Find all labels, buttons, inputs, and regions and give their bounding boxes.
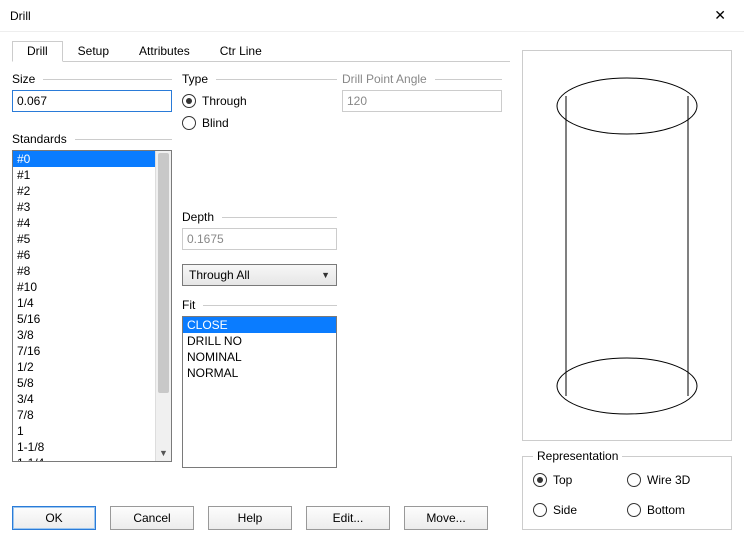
right-pane: Representation Top Wire 3D Side Bottom: [522, 40, 732, 530]
representation-group: Representation Top Wire 3D Side Bottom: [522, 449, 732, 530]
tab-ctrline[interactable]: Ctr Line: [205, 41, 277, 62]
drill-point-angle-label: Drill Point Angle: [342, 72, 502, 86]
scrollbar[interactable]: ▲ ▼: [155, 151, 171, 461]
window-title: Drill: [10, 9, 706, 23]
list-item[interactable]: 1-1/8: [13, 439, 155, 455]
rep-bottom[interactable]: Bottom: [627, 499, 721, 521]
list-item[interactable]: 7/8: [13, 407, 155, 423]
tab-body: Size Type Through Blind Drill Point A: [12, 62, 510, 530]
tab-attributes[interactable]: Attributes: [124, 41, 205, 62]
edit-button[interactable]: Edit...: [306, 506, 390, 530]
list-item[interactable]: #4: [13, 215, 155, 231]
type-label: Type: [182, 72, 337, 86]
radio-icon: [182, 94, 196, 108]
ok-button[interactable]: OK: [12, 506, 96, 530]
list-item[interactable]: 1: [13, 423, 155, 439]
tab-bar: Drill Setup Attributes Ctr Line: [12, 40, 510, 62]
fit-label: Fit: [182, 298, 337, 312]
rep-side[interactable]: Side: [533, 499, 627, 521]
drill-point-angle-input: [342, 90, 502, 112]
size-group: Size: [12, 72, 172, 112]
depth-input: [182, 228, 337, 250]
radio-icon: [627, 503, 641, 517]
standards-group: Standards #0#1#2#3#4#5#6#8#101/45/163/87…: [12, 132, 172, 486]
list-item[interactable]: #0: [13, 151, 155, 167]
depth-mode-combo[interactable]: Through All ▼: [182, 264, 337, 286]
dialog-buttons: OK Cancel Help Edit... Move...: [12, 506, 488, 530]
list-item[interactable]: 7/16: [13, 343, 155, 359]
rep-wire3d[interactable]: Wire 3D: [627, 469, 721, 491]
titlebar: Drill ✕: [0, 0, 744, 32]
content: Drill Setup Attributes Ctr Line Size Typ…: [12, 40, 732, 530]
left-pane: Drill Setup Attributes Ctr Line Size Typ…: [12, 40, 510, 530]
tab-setup[interactable]: Setup: [63, 41, 124, 62]
list-item[interactable]: #1: [13, 167, 155, 183]
radio-icon: [182, 116, 196, 130]
radio-icon: [533, 473, 547, 487]
list-item[interactable]: 5/16: [13, 311, 155, 327]
move-button[interactable]: Move...: [404, 506, 488, 530]
list-item[interactable]: DRILL NO: [183, 333, 336, 349]
radio-icon: [627, 473, 641, 487]
list-item[interactable]: #6: [13, 247, 155, 263]
type-group: Type Through Blind: [182, 72, 337, 134]
list-item[interactable]: #5: [13, 231, 155, 247]
list-item[interactable]: 1/4: [13, 295, 155, 311]
list-item[interactable]: CLOSE: [183, 317, 336, 333]
list-item[interactable]: 3/8: [13, 327, 155, 343]
list-item[interactable]: NORMAL: [183, 365, 336, 381]
radio-icon: [533, 503, 547, 517]
rep-top[interactable]: Top: [533, 469, 627, 491]
depth-group: Depth Through All ▼: [182, 210, 337, 286]
depth-label: Depth: [182, 210, 337, 224]
list-item[interactable]: #10: [13, 279, 155, 295]
list-item[interactable]: 5/8: [13, 375, 155, 391]
scroll-down-icon[interactable]: ▼: [156, 445, 171, 461]
list-item[interactable]: 1-1/4: [13, 455, 155, 461]
help-button[interactable]: Help: [208, 506, 292, 530]
cancel-button[interactable]: Cancel: [110, 506, 194, 530]
cylinder-preview-icon: [542, 66, 712, 426]
tab-drill[interactable]: Drill: [12, 41, 63, 62]
type-through[interactable]: Through: [182, 90, 337, 112]
close-icon[interactable]: ✕: [706, 3, 734, 28]
representation-label: Representation: [533, 449, 622, 463]
size-label: Size: [12, 72, 172, 86]
standards-list[interactable]: #0#1#2#3#4#5#6#8#101/45/163/87/161/25/83…: [12, 150, 172, 462]
size-input[interactable]: [12, 90, 172, 112]
list-item[interactable]: 3/4: [13, 391, 155, 407]
list-item[interactable]: NOMINAL: [183, 349, 336, 365]
list-item[interactable]: #2: [13, 183, 155, 199]
list-item[interactable]: 1/2: [13, 359, 155, 375]
standards-label: Standards: [12, 132, 172, 146]
type-blind[interactable]: Blind: [182, 112, 337, 134]
drill-point-angle-group: Drill Point Angle: [342, 72, 502, 112]
list-item[interactable]: #8: [13, 263, 155, 279]
fit-list[interactable]: CLOSEDRILL NONOMINALNORMAL: [182, 316, 337, 468]
chevron-down-icon: ▼: [321, 270, 330, 280]
fit-group: Fit CLOSEDRILL NONOMINALNORMAL: [182, 298, 337, 468]
list-item[interactable]: #3: [13, 199, 155, 215]
drill-dialog: Drill ✕ Drill Setup Attributes Ctr Line …: [0, 0, 744, 534]
preview-canvas: [522, 50, 732, 441]
scroll-thumb[interactable]: [158, 153, 169, 393]
